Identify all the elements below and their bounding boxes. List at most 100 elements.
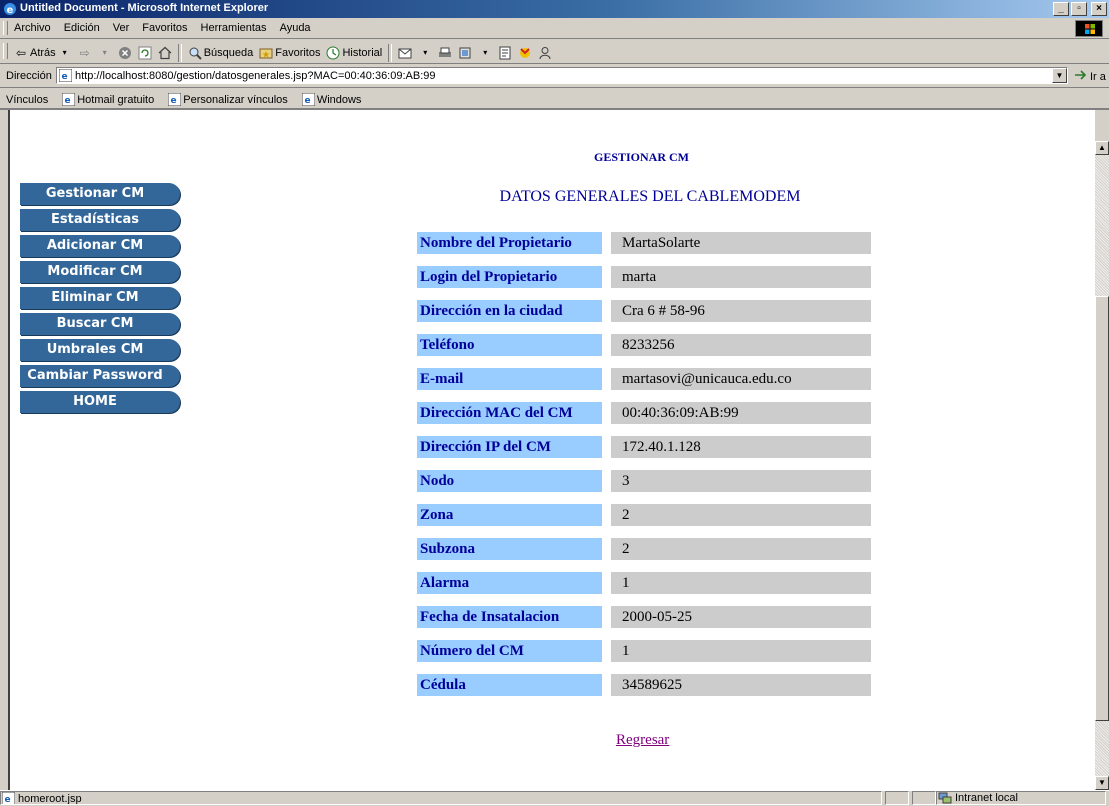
address-input[interactable]: e http://localhost:8080/gestion/datosgen… (56, 67, 1068, 84)
close-button[interactable]: × (1091, 2, 1107, 16)
table-row: Login del Propietario marta (417, 266, 871, 288)
nav-umbrales-cm[interactable]: Umbrales CM (20, 339, 180, 361)
nav-estadisticas[interactable]: Estadísticas (20, 209, 180, 231)
go-button[interactable]: Ir a (1074, 69, 1106, 84)
svg-text:e: e (62, 72, 68, 82)
nav-label: Gestionar CM (45, 186, 145, 201)
ie-link-icon: e (62, 93, 76, 106)
row-label: Zona (417, 504, 602, 526)
ie-link-icon: e (301, 93, 315, 106)
go-arrow-icon (1074, 69, 1088, 84)
row-label: Alarma (417, 572, 602, 594)
favorites-folder-icon (259, 46, 273, 60)
history-button[interactable]: Historial (326, 46, 382, 60)
scroll-thumb[interactable] (1095, 296, 1109, 721)
nav-eliminar-cm[interactable]: Eliminar CM (20, 287, 180, 309)
back-button[interactable]: ⇦ Atrás ▾ (14, 46, 72, 60)
links-label: Vínculos (6, 93, 49, 106)
row-value: 2000-05-25 (611, 606, 871, 628)
table-row: Zona 2 (417, 504, 871, 526)
user-icon[interactable] (538, 46, 552, 60)
links-bar: Vínculos e Hotmail gratuito e Personaliz… (0, 88, 1109, 110)
edit-dropdown-icon[interactable]: ▾ (478, 46, 492, 60)
nav-label: Umbrales CM (46, 342, 144, 357)
window-title: Untitled Document - Microsoft Internet E… (20, 2, 269, 14)
nav-label: Modificar CM (47, 264, 143, 279)
messenger-icon[interactable] (518, 46, 532, 60)
toolbar-grip[interactable] (3, 43, 8, 59)
menu-herramientas[interactable]: Herramientas (201, 22, 267, 34)
content-frame-top (8, 110, 1095, 142)
link-windows[interactable]: e Windows (301, 93, 362, 106)
status-bar: e homeroot.jsp Intranet local (0, 790, 1109, 806)
table-row: Teléfono 8233256 (417, 334, 871, 356)
go-label: Ir a (1090, 70, 1106, 83)
address-url: http://localhost:8080/gestion/datosgener… (75, 70, 436, 82)
menu-ayuda[interactable]: Ayuda (280, 22, 311, 34)
status-pane-security (912, 791, 936, 805)
menu-archivo[interactable]: Archivo (14, 22, 51, 34)
link-windows-label: Windows (316, 93, 362, 106)
home-icon[interactable] (158, 46, 172, 60)
title-bar: e Untitled Document - Microsoft Internet… (0, 0, 1109, 18)
row-label: Nombre del Propietario (417, 232, 602, 254)
nav-home[interactable]: HOME (20, 391, 180, 413)
back-dropdown-icon[interactable]: ▾ (58, 46, 72, 60)
nav-adicionar-cm[interactable]: Adicionar CM (20, 235, 180, 257)
menu-edicion[interactable]: Edición (64, 22, 100, 34)
address-label: Dirección (6, 70, 52, 82)
mail-dropdown-icon[interactable]: ▾ (418, 46, 432, 60)
row-label: Fecha de Insatalacion (417, 606, 602, 628)
row-value: 172.40.1.128 (611, 436, 871, 458)
print-icon[interactable] (438, 46, 452, 60)
nav-cambiar-password[interactable]: Cambiar Password (20, 365, 180, 387)
menu-favoritos[interactable]: Favoritos (142, 22, 187, 34)
row-label: Número del CM (417, 640, 602, 662)
nav-label: HOME (73, 394, 117, 409)
link-personalizar[interactable]: e Personalizar vínculos (168, 93, 288, 106)
menu-ver[interactable]: Ver (113, 22, 130, 34)
favorites-button[interactable]: Favoritos (259, 46, 320, 60)
mail-icon[interactable] (398, 46, 412, 60)
stop-icon[interactable] (118, 46, 132, 60)
forward-dropdown-icon[interactable]: ▾ (98, 46, 112, 60)
history-label: Historial (342, 47, 383, 59)
row-value: 2 (611, 538, 871, 560)
nav-buscar-cm[interactable]: Buscar CM (20, 313, 180, 335)
menu-grip[interactable] (3, 21, 8, 35)
row-value: 34589625 (611, 674, 871, 696)
menu-bar: Archivo Edición Ver Favoritos Herramient… (0, 18, 1109, 39)
maximize-button[interactable]: ▫ (1071, 2, 1087, 16)
scroll-down-icon[interactable]: ▼ (1095, 776, 1109, 790)
scroll-up-icon[interactable]: ▲ (1095, 141, 1109, 155)
edit-icon[interactable] (458, 46, 472, 60)
link-hotmail[interactable]: e Hotmail gratuito (62, 93, 154, 106)
nav-label: Buscar CM (56, 316, 134, 331)
back-link[interactable]: Regresar (616, 732, 669, 749)
minimize-button[interactable]: _ (1053, 2, 1069, 16)
page-heading: DATOS GENERALES DEL CABLEMODEM (499, 188, 801, 205)
table-row: Nombre del Propietario MartaSolarte (417, 232, 871, 254)
forward-arrow-icon[interactable]: ⇨ (78, 46, 92, 60)
refresh-icon[interactable] (138, 46, 152, 60)
table-row: Alarma 1 (417, 572, 871, 594)
vertical-scrollbar[interactable]: ▲ ▼ (1095, 141, 1109, 790)
search-label: Búsqueda (203, 47, 254, 59)
row-label: Login del Propietario (417, 266, 602, 288)
nav-modificar-cm[interactable]: Modificar CM (20, 261, 180, 283)
row-value: 00:40:36:09:AB:99 (611, 402, 871, 424)
address-bar: Dirección e http://localhost:8080/gestio… (0, 64, 1109, 88)
search-button[interactable]: Búsqueda (188, 46, 254, 60)
address-dropdown-icon[interactable]: ▼ (1052, 68, 1067, 83)
row-label: E-mail (417, 368, 602, 390)
ie-link-icon: e (168, 93, 182, 106)
table-row: E-mail martasovi@unicauca.edu.co (417, 368, 871, 390)
nav-gestionar-cm[interactable]: Gestionar CM (20, 183, 180, 205)
page-ie-icon: e (59, 69, 72, 82)
table-row: Dirección IP del CM 172.40.1.128 (417, 436, 871, 458)
svg-text:e: e (304, 96, 310, 106)
table-row: Fecha de Insatalacion 2000-05-25 (417, 606, 871, 628)
windows-logo-icon (1075, 20, 1103, 37)
discuss-icon[interactable] (498, 46, 512, 60)
row-value: martasovi@unicauca.edu.co (611, 368, 871, 390)
